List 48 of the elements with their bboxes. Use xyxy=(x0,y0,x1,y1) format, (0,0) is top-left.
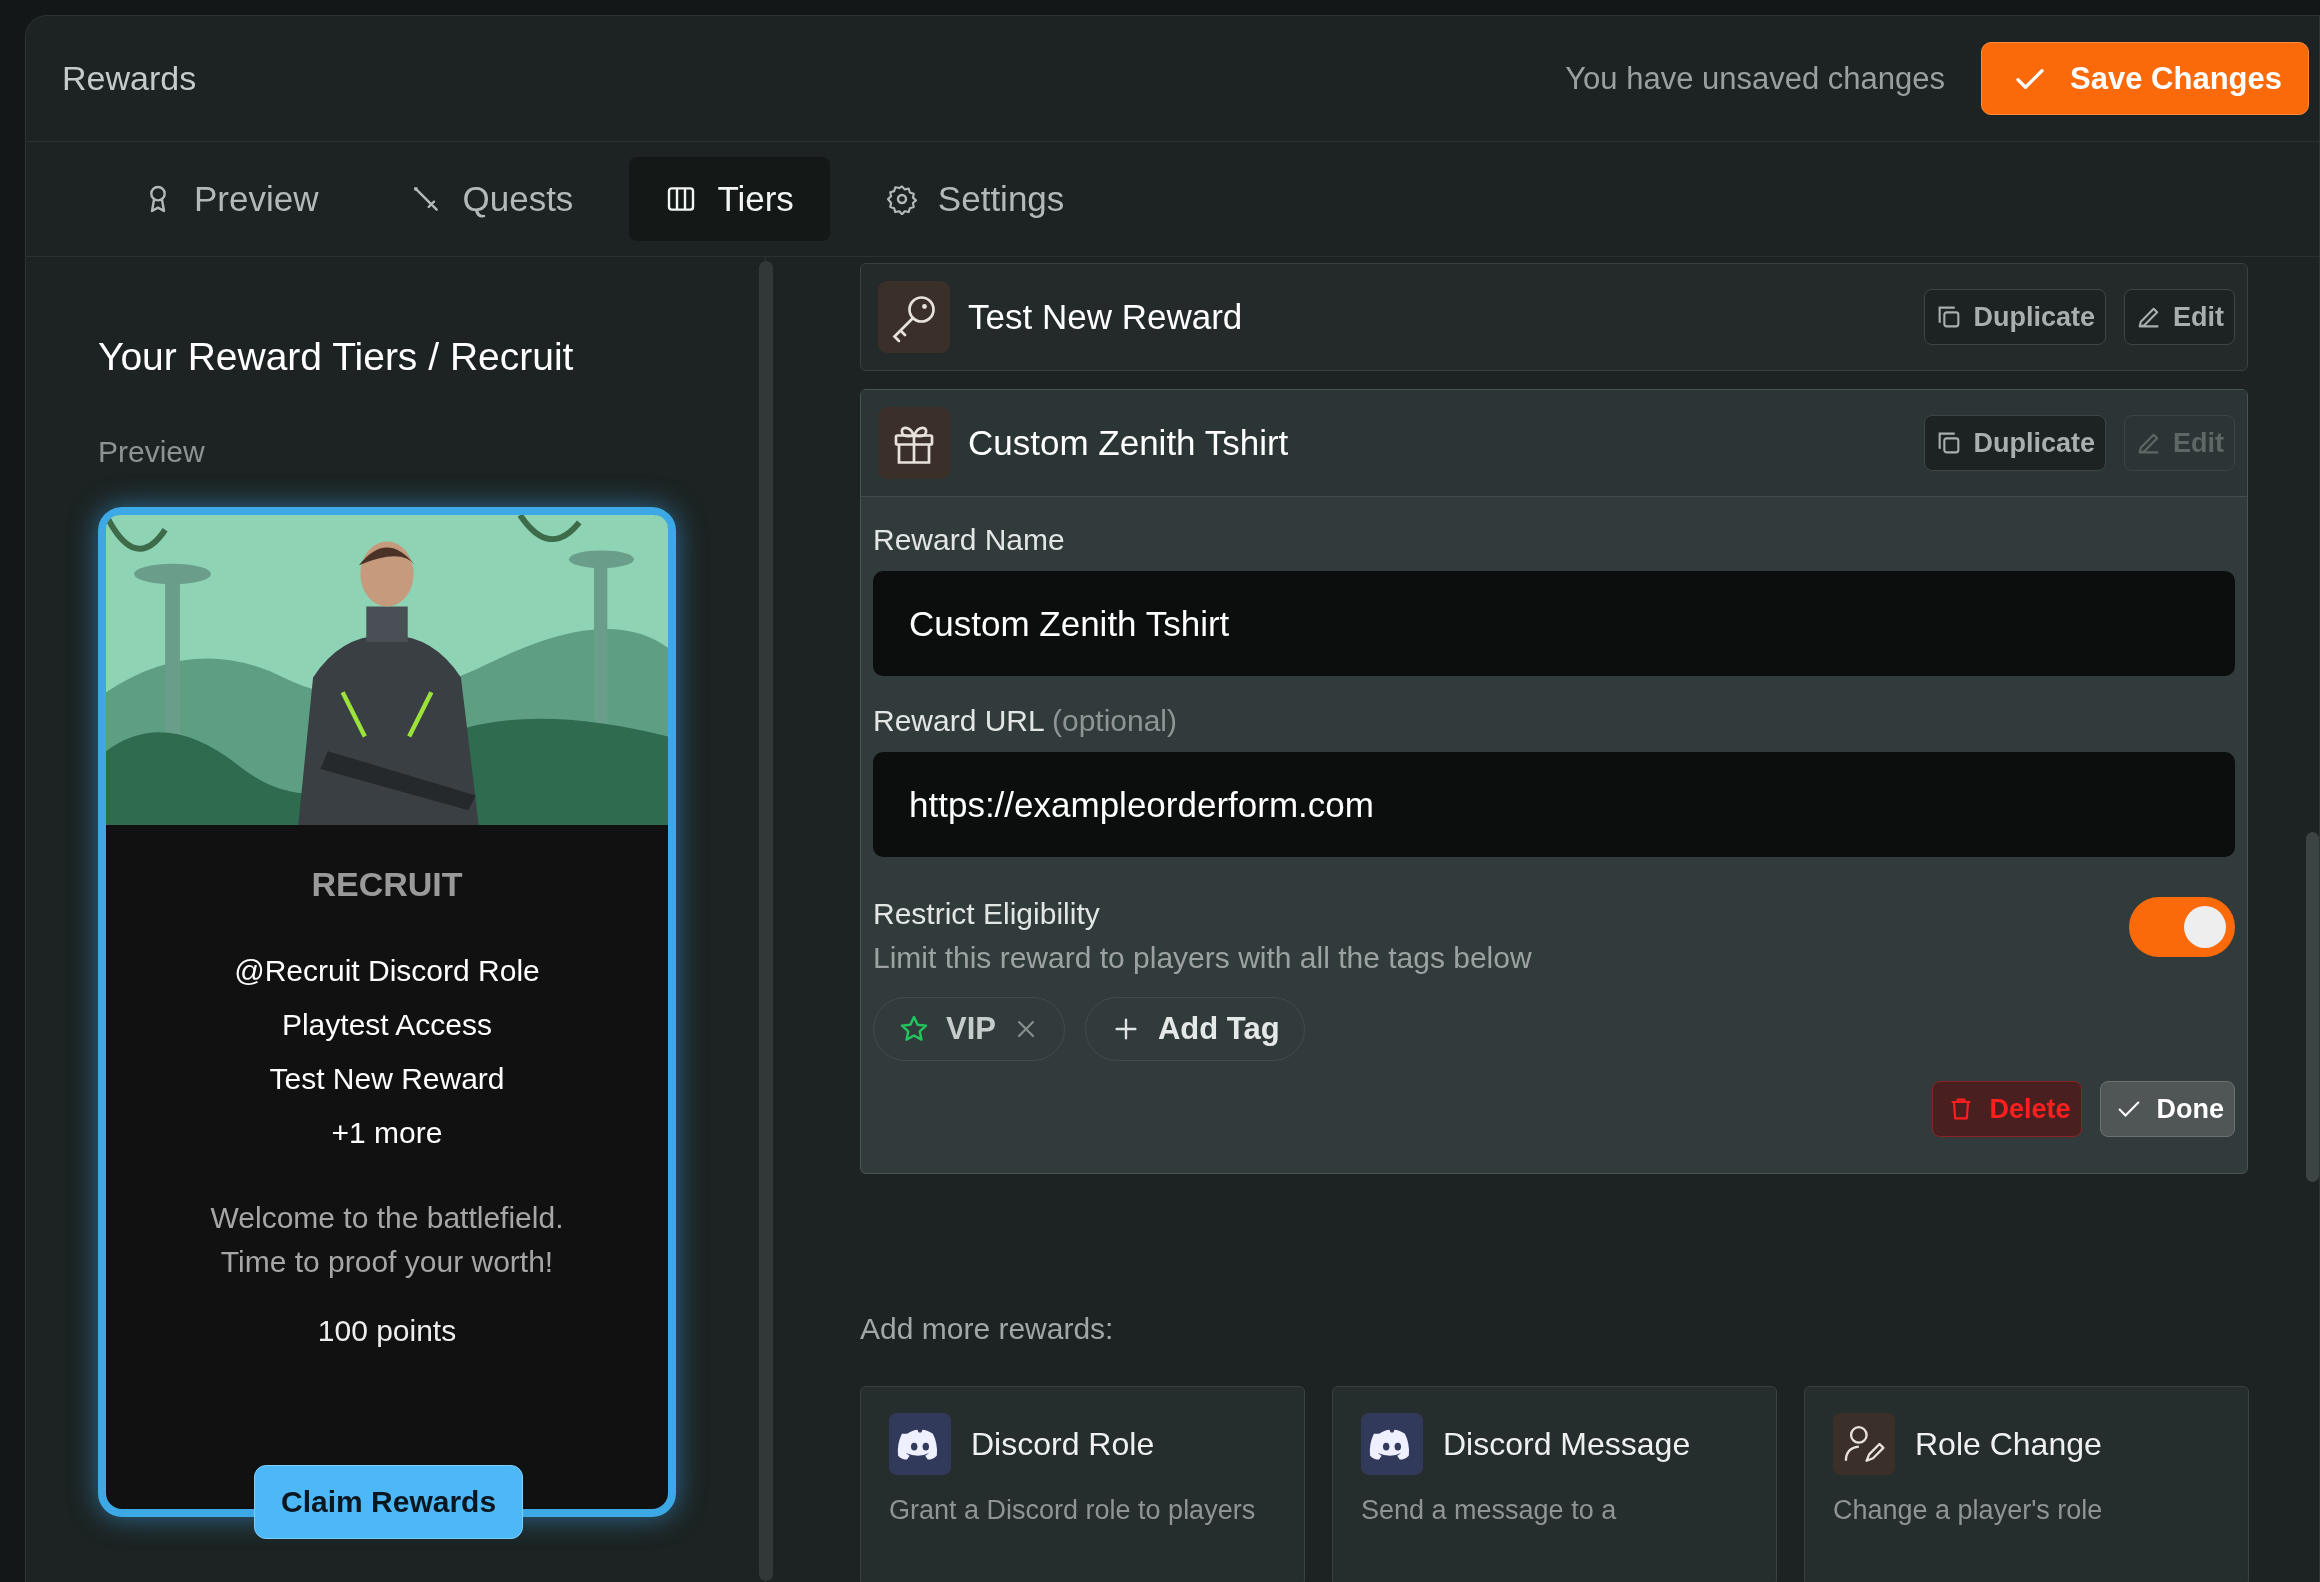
reward-type-title: Discord Message xyxy=(1443,1425,1691,1463)
tier-description: Welcome to the battlefield. Time to proof your worth! xyxy=(209,1200,565,1280)
reward-url-field[interactable]: https://exampleorderform.com xyxy=(873,752,2235,857)
reward-type-description: Send a message to a xyxy=(1361,1495,1618,1526)
reward-item: Test New Reward xyxy=(269,1062,505,1096)
tab[interactable]: Preview xyxy=(106,157,355,241)
claim-rewards-button[interactable]: Claim Rewards xyxy=(254,1465,524,1539)
unsaved-status: You have unsaved changes xyxy=(1565,60,1946,97)
reward-title: Test New Reward xyxy=(968,297,1244,337)
reward-type-title: Discord Role xyxy=(971,1425,1155,1463)
reward-type-description: Change a player's role xyxy=(1833,1495,2104,1526)
discord-icon xyxy=(1361,1413,1423,1475)
reward-name-field[interactable]: Custom Zenith Tshirt xyxy=(873,571,2235,676)
setting-title: Restrict Eligibility xyxy=(873,897,1101,931)
reward-item: @Recruit Discord Role xyxy=(234,954,540,988)
toggle-switch[interactable] xyxy=(2129,897,2235,957)
field-label: Reward Name xyxy=(873,523,1066,557)
reward-item: Playtest Access xyxy=(281,1008,493,1042)
setting-description: Limit this reward to players with all the tags below xyxy=(873,941,1532,975)
reward-type-description: Grant a Discord role to players xyxy=(889,1495,1257,1526)
section-label: Add more rewards: xyxy=(860,1312,1115,1346)
duplicate-button[interactable]: Duplicate xyxy=(1924,415,2106,471)
breadcrumb-title: Your Reward Tiers / Recruit xyxy=(98,335,575,379)
reward-type-title: Role Change xyxy=(1915,1425,2102,1463)
tab[interactable]: Quests xyxy=(374,157,610,241)
key-icon xyxy=(878,281,950,353)
reward-type-card[interactable]: Discord Message Send a message to a xyxy=(1332,1386,1777,1582)
page-title: Rewards xyxy=(62,59,197,98)
reward-type-card[interactable]: Discord Role Grant a Discord role to players xyxy=(860,1386,1305,1582)
user-edit-icon xyxy=(1833,1413,1895,1475)
tab[interactable]: Tiers xyxy=(629,157,830,241)
points-label: 100 points xyxy=(317,1314,457,1348)
tab[interactable]: Settings xyxy=(849,157,1101,241)
reward-title: Custom Zenith Tshirt xyxy=(968,423,1290,463)
done-button[interactable]: Done xyxy=(2099,1081,2235,1137)
reward-item: +1 more xyxy=(331,1116,443,1150)
duplicate-button[interactable]: Duplicate xyxy=(1924,289,2106,345)
tag-label: VIP xyxy=(946,1011,996,1047)
field-label: Reward URL (optional) xyxy=(873,704,1179,738)
scrollbar[interactable] xyxy=(2306,832,2319,1182)
section-label: Preview xyxy=(98,435,206,469)
gift-icon xyxy=(878,407,950,479)
edit-button[interactable]: Edit xyxy=(2124,289,2235,345)
settings-icon xyxy=(885,183,918,215)
discord-icon xyxy=(889,1413,951,1475)
delete-button[interactable]: Delete xyxy=(1932,1081,2082,1137)
tier-name: RECRUIT xyxy=(311,865,463,904)
reward-type-card[interactable]: Role Change Change a player's role xyxy=(1804,1386,2249,1582)
